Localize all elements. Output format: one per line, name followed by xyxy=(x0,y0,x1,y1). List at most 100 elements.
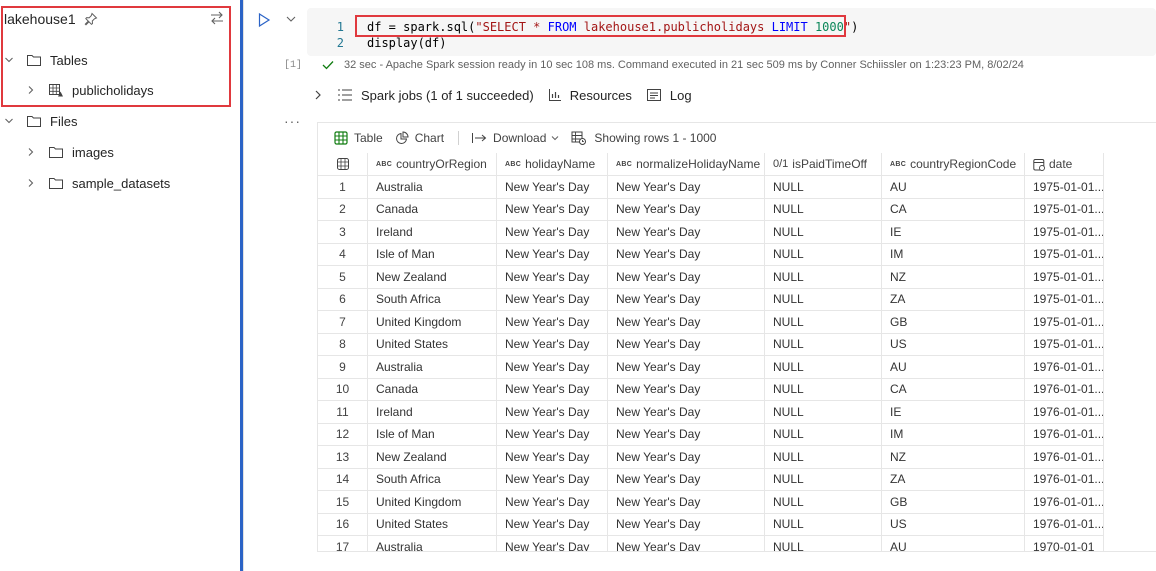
table-cell[interactable]: NULL xyxy=(765,198,882,221)
table-cell[interactable]: New Year's Day xyxy=(608,220,765,244)
table-cell[interactable]: AU xyxy=(882,535,1025,551)
table-cell[interactable]: IE xyxy=(882,220,1025,244)
column-header-normalizeholidayname[interactable]: ABC normalizeHolidayName xyxy=(608,153,765,176)
table-cell[interactable]: 1975-01-01... xyxy=(1025,243,1104,266)
column-header-countryregioncode[interactable]: ABC countryRegionCode xyxy=(882,153,1025,176)
table-cell[interactable]: New Year's Day xyxy=(608,400,765,424)
table-cell[interactable]: Ireland xyxy=(368,220,497,244)
table-cell[interactable]: IM xyxy=(882,243,1025,266)
table-row[interactable]: 13 New Zealand New Year's Day New Year's Da… xyxy=(318,445,1156,469)
chevron-right-icon[interactable] xyxy=(26,178,36,188)
table-cell[interactable]: NULL xyxy=(765,265,882,289)
table-row[interactable]: 1 Australia New Year's Day New Year's Day NU… xyxy=(318,175,1156,199)
column-header-ispaidtimeoff[interactable]: 0/1 isPaidTimeOff xyxy=(765,153,882,176)
table-cell[interactable]: NULL xyxy=(765,310,882,334)
table-cell[interactable]: Australia xyxy=(368,175,497,199)
run-cell-button[interactable] xyxy=(257,12,271,28)
table-cell[interactable]: NULL xyxy=(765,355,882,379)
table-cell[interactable]: 1976-01-01... xyxy=(1025,513,1104,536)
table-row[interactable]: 8 United States New Year's Day New Year's D… xyxy=(318,333,1156,356)
table-cell[interactable]: New Year's Day xyxy=(608,265,765,289)
table-row[interactable]: 10 Canada New Year's Day New Year's Day NULL… xyxy=(318,378,1156,401)
table-cell[interactable]: New Year's Day xyxy=(497,490,608,514)
table-cell[interactable]: 1975-01-01... xyxy=(1025,220,1104,244)
table-cell[interactable]: United States xyxy=(368,513,497,536)
table-cell[interactable]: 1976-01-01... xyxy=(1025,378,1104,401)
table-cell[interactable]: New Year's Day xyxy=(608,198,765,221)
table-cell[interactable]: AU xyxy=(882,175,1025,199)
resources-button[interactable]: Resources xyxy=(548,88,632,103)
table-row[interactable]: 9 Australia New Year's Day New Year's Day NU… xyxy=(318,355,1156,379)
table-cell[interactable]: Isle of Man xyxy=(368,423,497,446)
column-header-countryorregion[interactable]: ABC countryOrRegion xyxy=(368,153,497,176)
table-cell[interactable]: New Year's Day xyxy=(497,535,608,551)
table-row[interactable]: 11 Ireland New Year's Day New Year's Day NUL… xyxy=(318,400,1156,424)
table-cell[interactable]: NULL xyxy=(765,423,882,446)
table-cell[interactable]: New Year's Day xyxy=(497,400,608,424)
table-cell[interactable]: New Year's Day xyxy=(608,355,765,379)
table-cell[interactable]: NZ xyxy=(882,445,1025,469)
code-line[interactable]: 2 display(df) xyxy=(307,35,447,51)
table-view-tab[interactable]: Table xyxy=(334,131,383,145)
tree-item-files[interactable]: Files xyxy=(4,110,77,132)
table-cell[interactable]: New Year's Day xyxy=(608,535,765,551)
table-cell[interactable]: New Year's Day xyxy=(497,513,608,536)
table-cell[interactable]: GB xyxy=(882,490,1025,514)
table-cell[interactable]: New Year's Day xyxy=(608,243,765,266)
table-cell[interactable]: New Year's Day xyxy=(497,423,608,446)
table-cell[interactable]: US xyxy=(882,333,1025,356)
table-row[interactable]: 14 South Africa New Year's Day New Year's D… xyxy=(318,468,1156,491)
table-cell[interactable]: US xyxy=(882,513,1025,536)
table-cell[interactable]: 1975-01-01... xyxy=(1025,265,1104,289)
table-cell[interactable]: New Year's Day xyxy=(608,378,765,401)
table-cell[interactable]: 1976-01-01... xyxy=(1025,355,1104,379)
table-cell[interactable]: New Year's Day xyxy=(608,333,765,356)
table-cell[interactable]: New Year's Day xyxy=(497,198,608,221)
table-cell[interactable]: Ireland xyxy=(368,400,497,424)
table-cell[interactable]: 1970-01-01 xyxy=(1025,535,1104,551)
chevron-right-icon[interactable] xyxy=(313,89,323,101)
table-cell[interactable]: Canada xyxy=(368,198,497,221)
table-cell[interactable]: New Year's Day xyxy=(608,513,765,536)
table-cell[interactable]: New Year's Day xyxy=(497,378,608,401)
table-cell[interactable]: New Year's Day xyxy=(608,468,765,491)
tree-item-sample-datasets[interactable]: sample_datasets xyxy=(26,172,170,194)
table-cell[interactable]: NULL xyxy=(765,468,882,491)
table-cell[interactable]: New Year's Day xyxy=(497,265,608,289)
table-cell[interactable]: Australia xyxy=(368,535,497,551)
table-cell[interactable]: NULL xyxy=(765,175,882,199)
table-row[interactable]: 16 United States New Year's Day New Year's … xyxy=(318,513,1156,536)
table-cell[interactable]: South Africa xyxy=(368,468,497,491)
more-options-button[interactable]: ··· xyxy=(284,113,301,129)
log-button[interactable]: Log xyxy=(646,88,692,103)
table-cell[interactable]: New Year's Day xyxy=(497,468,608,491)
table-row[interactable]: 12 Isle of Man New Year's Day New Year's Da… xyxy=(318,423,1156,446)
table-cell[interactable]: United Kingdom xyxy=(368,310,497,334)
table-cell[interactable]: South Africa xyxy=(368,288,497,311)
table-row[interactable]: 2 Canada New Year's Day New Year's Day NULL C… xyxy=(318,198,1156,221)
table-cell[interactable]: New Year's Day xyxy=(608,175,765,199)
table-cell[interactable]: New Zealand xyxy=(368,265,497,289)
column-header-date[interactable]: date xyxy=(1025,153,1104,176)
table-cell[interactable]: New Year's Day xyxy=(497,288,608,311)
table-cell[interactable]: New Year's Day xyxy=(497,243,608,266)
table-cell[interactable]: 1975-01-01... xyxy=(1025,175,1104,199)
table-cell[interactable]: GB xyxy=(882,310,1025,334)
table-cell[interactable]: IM xyxy=(882,423,1025,446)
table-cell[interactable]: 1975-01-01... xyxy=(1025,288,1104,311)
table-cell[interactable]: 1975-01-01... xyxy=(1025,333,1104,356)
table-cell[interactable]: New Year's Day xyxy=(608,445,765,469)
table-cell[interactable]: 1976-01-01... xyxy=(1025,445,1104,469)
table-cell[interactable]: 1976-01-01... xyxy=(1025,400,1104,424)
table-cell[interactable]: NULL xyxy=(765,400,882,424)
table-cell[interactable]: NULL xyxy=(765,513,882,536)
tree-item-images[interactable]: images xyxy=(26,141,114,163)
table-cell[interactable]: CA xyxy=(882,378,1025,401)
chevron-right-icon[interactable] xyxy=(26,147,36,157)
table-cell[interactable]: New Year's Day xyxy=(497,175,608,199)
table-row[interactable]: 3 Ireland New Year's Day New Year's Day NULL… xyxy=(318,220,1156,244)
table-cell[interactable]: Canada xyxy=(368,378,497,401)
table-cell[interactable]: CA xyxy=(882,198,1025,221)
table-cell[interactable]: New Year's Day xyxy=(608,288,765,311)
column-header-holidayname[interactable]: ABC holidayName xyxy=(497,153,608,176)
